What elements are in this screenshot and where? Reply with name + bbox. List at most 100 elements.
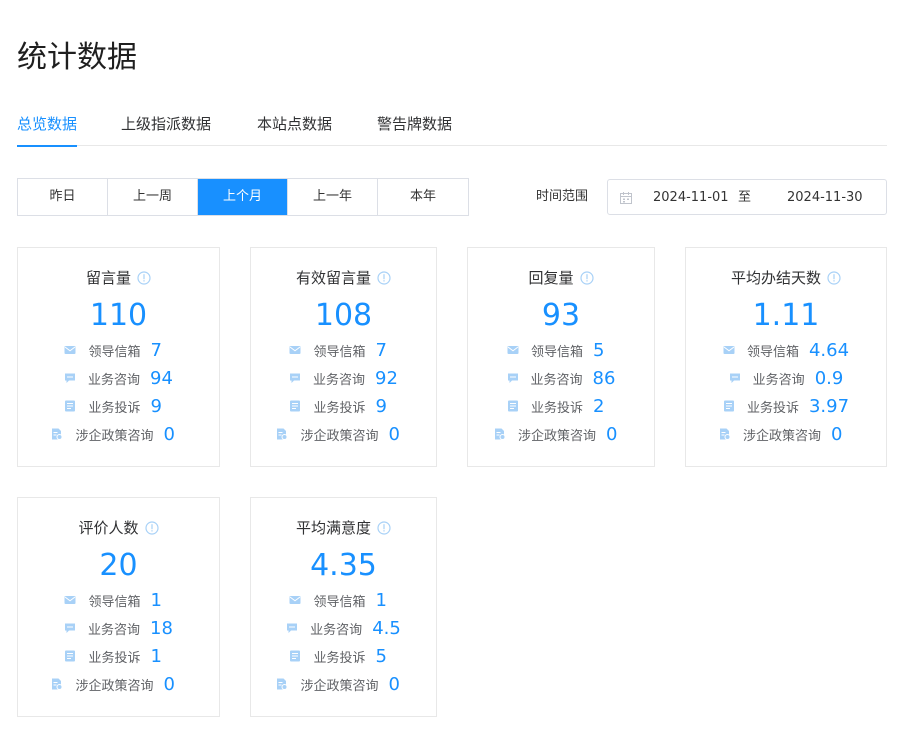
tab-overview[interactable]: 总览数据 (17, 110, 78, 147)
info-icon[interactable] (144, 521, 159, 535)
mail-icon (289, 346, 301, 354)
building-file-icon (277, 428, 288, 440)
document-edit-icon (723, 400, 734, 412)
card-title: 平均办结天数 (730, 269, 821, 287)
row-complaint: 业务投诉 9 (251, 392, 436, 420)
stat-card-messages: 留言量 110 领导信箱 7 业务咨询 94 业务投诉 9 涉企政策咨询 0 (17, 247, 220, 467)
row-value: 5 (593, 339, 605, 361)
document-edit-icon (65, 400, 76, 412)
row-complaint: 业务投诉 2 (468, 392, 654, 420)
stat-card-avg-days: 平均办结天数 1.11 领导信箱 4.64 业务咨询 0.9 业务投诉 3.97 涉企… (685, 247, 887, 467)
row-value: 1 (150, 645, 162, 667)
row-value: 86 (592, 367, 616, 389)
date-range-start[interactable]: 2024-11-01 (653, 188, 729, 208)
row-consult: 业务咨询 18 (18, 614, 219, 642)
mail-icon (723, 346, 735, 354)
card-total-value: 20 (99, 548, 138, 583)
row-complaint: 业务投诉 1 (18, 642, 219, 670)
row-complaint: 业务投诉 9 (18, 392, 219, 420)
date-range-picker[interactable]: 2024-11-01 至 2024-11-30 (607, 179, 887, 215)
row-value: 92 (375, 367, 398, 389)
tab-this-site[interactable]: 本站点数据 (257, 110, 332, 146)
document-edit-icon (65, 650, 76, 662)
row-value: 0 (388, 423, 400, 445)
row-complaint: 业务投诉 3.97 (686, 392, 886, 420)
row-policy: 涉企政策咨询 0 (468, 420, 654, 448)
tab-bar: 总览数据 上级指派数据 本站点数据 警告牌数据 (17, 110, 887, 147)
row-mailbox: 领导信箱 7 (18, 336, 219, 364)
row-value: 0 (606, 423, 618, 445)
mail-icon (64, 596, 76, 604)
tab-assigned[interactable]: 上级指派数据 (121, 110, 211, 146)
building-file-icon (52, 428, 63, 440)
mail-icon (64, 346, 76, 354)
row-policy: 涉企政策咨询 0 (18, 420, 219, 448)
period-this-year-button[interactable]: 本年 (378, 179, 468, 215)
row-value: 9 (150, 395, 162, 417)
date-range-label: 时间范围 (536, 189, 589, 204)
date-range-separator: 至 (738, 190, 752, 205)
tab-warning-sign[interactable]: 警告牌数据 (377, 110, 452, 146)
document-edit-icon (290, 400, 301, 412)
stat-card-replies: 回复量 93 领导信箱 5 业务咨询 86 业务投诉 2 涉企政策咨询 0 (467, 247, 655, 467)
period-yesterday-button[interactable]: 昨日 (18, 179, 108, 215)
chat-icon (65, 623, 76, 633)
row-value: 0 (831, 423, 843, 445)
card-total-value: 4.35 (310, 548, 377, 583)
row-value: 18 (150, 617, 173, 639)
row-value: 1 (375, 589, 387, 611)
chat-icon (729, 373, 740, 383)
row-value: 2 (593, 395, 605, 417)
building-file-icon (494, 428, 506, 440)
row-value: 0 (163, 423, 175, 445)
row-policy: 涉企政策咨询 0 (686, 420, 886, 448)
row-value: 9 (375, 395, 387, 417)
row-value: 4.5 (372, 617, 401, 639)
row-mailbox: 领导信箱 5 (468, 336, 654, 364)
row-value: 4.64 (808, 339, 850, 361)
card-title: 回复量 (528, 269, 574, 287)
info-icon[interactable] (827, 271, 841, 285)
row-value: 0 (388, 673, 400, 695)
stat-card-valid-messages: 有效留言量 108 领导信箱 7 业务咨询 92 业务投诉 9 涉企政策咨询 0 (250, 247, 437, 467)
row-value: 94 (150, 367, 173, 389)
row-value: 7 (375, 339, 387, 361)
document-edit-icon (290, 650, 301, 662)
card-total-value: 93 (541, 298, 581, 333)
document-edit-icon (507, 400, 518, 412)
card-title: 留言量 (85, 269, 131, 287)
row-complaint: 业务投诉 5 (251, 642, 436, 670)
stat-card-raters: 评价人数 20 领导信箱 1 业务咨询 18 业务投诉 1 涉企政策咨询 0 (17, 497, 220, 717)
card-total-value: 110 (89, 298, 148, 333)
row-value: 3.97 (808, 395, 850, 417)
row-value: 0 (163, 673, 175, 695)
card-total-value: 108 (314, 298, 373, 333)
building-file-icon (52, 678, 63, 690)
info-icon[interactable] (377, 521, 391, 535)
period-last-year-button[interactable]: 上一年 (288, 179, 378, 215)
row-mailbox: 领导信箱 1 (18, 586, 219, 614)
period-last-week-button[interactable]: 上一周 (108, 179, 198, 215)
mail-icon (507, 346, 519, 354)
page-title: 统计数据 (17, 40, 137, 75)
card-title: 有效留言量 (295, 269, 371, 287)
info-icon[interactable] (377, 271, 391, 285)
row-consult: 业务咨询 4.5 (251, 614, 436, 642)
row-mailbox: 领导信箱 4.64 (686, 336, 886, 364)
info-icon[interactable] (579, 271, 594, 285)
row-consult: 业务咨询 0.9 (686, 364, 886, 392)
row-consult: 业务咨询 92 (251, 364, 436, 392)
row-consult: 业务咨询 86 (468, 364, 654, 392)
chat-icon (287, 623, 298, 633)
building-file-icon (277, 678, 288, 690)
row-value: 5 (375, 645, 387, 667)
statistics-page: 统计数据 总览数据 上级指派数据 本站点数据 警告牌数据 昨日 上一周 上个月 … (0, 0, 906, 729)
row-policy: 涉企政策咨询 0 (18, 670, 219, 698)
row-mailbox: 领导信箱 1 (251, 586, 436, 614)
chat-icon (507, 373, 518, 383)
info-icon[interactable] (137, 271, 151, 285)
calendar-icon (620, 192, 632, 204)
date-range-end[interactable]: 2024-11-30 (787, 188, 863, 208)
stat-card-avg-satisfaction: 平均满意度 4.35 领导信箱 1 业务咨询 4.5 业务投诉 5 涉企政策咨询 0 (250, 497, 437, 717)
period-last-month-button[interactable]: 上个月 (198, 179, 288, 215)
